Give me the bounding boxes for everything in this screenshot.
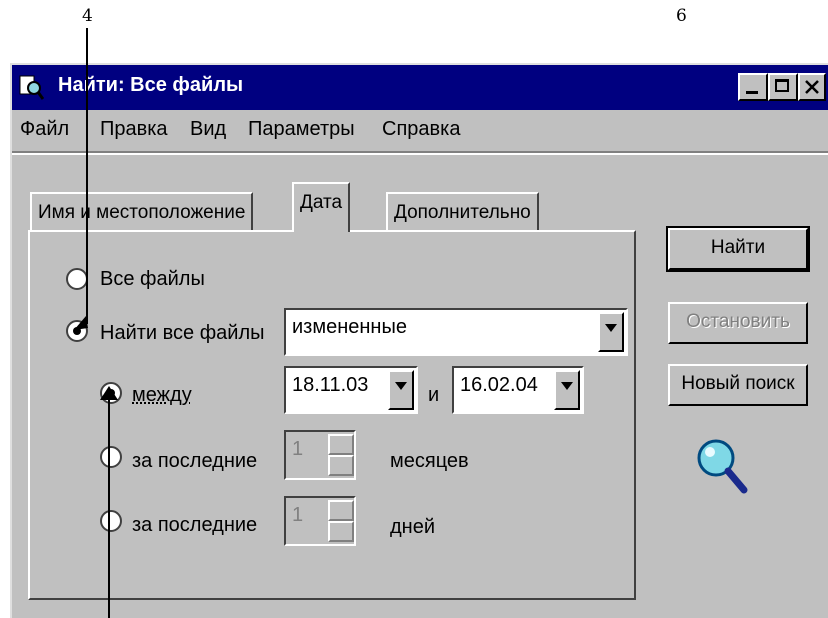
- chevron-down-icon: [605, 324, 617, 332]
- menu-view[interactable]: Вид: [190, 118, 226, 141]
- last-days-label: за последние: [132, 514, 258, 536]
- title-bar[interactable]: Найти: Все файлы: [12, 65, 828, 110]
- callout-leader-line: [108, 392, 110, 618]
- between-label: между: [132, 384, 192, 406]
- spinner-down-button[interactable]: [328, 455, 354, 476]
- last-months-radio[interactable]: [100, 446, 122, 468]
- and-label: и: [428, 384, 440, 406]
- search-icon: [18, 74, 45, 100]
- close-icon: [805, 80, 819, 94]
- all-files-radio[interactable]: [66, 268, 88, 290]
- close-button[interactable]: [798, 73, 826, 101]
- tab-date[interactable]: Дата: [292, 182, 351, 232]
- spinner-up-button[interactable]: [328, 500, 354, 521]
- days-spinner[interactable]: 1: [284, 496, 356, 546]
- callout-label-4: 4: [82, 6, 93, 26]
- dropdown-button[interactable]: [598, 312, 624, 352]
- tab-name-location[interactable]: Имя и местоположение: [30, 192, 254, 232]
- date-to-value: 16.02.04: [460, 374, 538, 396]
- menu-edit[interactable]: Правка: [100, 118, 168, 141]
- callout-label-6: 6: [676, 6, 687, 26]
- callout-leader-line: [86, 28, 88, 324]
- date-from-picker[interactable]: 18.11.03: [284, 366, 418, 414]
- minimize-icon: [746, 91, 758, 94]
- last-months-label: за последние: [132, 450, 258, 472]
- months-value: 1: [292, 438, 304, 460]
- chevron-down-icon: [561, 382, 573, 390]
- date-from-dropdown-button[interactable]: [388, 370, 414, 410]
- chevron-down-icon: [395, 382, 407, 390]
- maximize-icon: [775, 79, 789, 92]
- menu-options[interactable]: Параметры: [248, 118, 355, 141]
- stop-button[interactable]: Остановить: [668, 302, 808, 344]
- tab-advanced[interactable]: Дополнительно: [386, 192, 539, 232]
- date-to-dropdown-button[interactable]: [554, 370, 580, 410]
- minimize-button[interactable]: [738, 73, 768, 101]
- new-search-button[interactable]: Новый поиск: [668, 364, 808, 406]
- find-button[interactable]: Найти: [666, 226, 810, 272]
- find-all-files-label: Найти все файлы: [100, 322, 265, 344]
- menu-help[interactable]: Справка: [382, 118, 460, 141]
- spinner-up-button[interactable]: [328, 434, 354, 455]
- date-from-value: 18.11.03: [292, 374, 369, 396]
- months-unit-label: месяцев: [390, 450, 469, 472]
- arrow-head-icon: [74, 316, 88, 330]
- menu-file[interactable]: Файл: [20, 118, 69, 141]
- magnifier-icon: [697, 439, 748, 494]
- date-to-picker[interactable]: 16.02.04: [452, 366, 584, 414]
- last-days-radio[interactable]: [100, 510, 122, 532]
- spinner-down-button[interactable]: [328, 521, 354, 542]
- all-files-label: Все файлы: [100, 268, 205, 290]
- arrow-head-icon: [100, 386, 118, 400]
- menu-bar: Файл Правка Вид Параметры Справка: [12, 110, 828, 150]
- days-value: 1: [292, 504, 304, 526]
- maximize-button[interactable]: [768, 73, 798, 101]
- menu-divider-highlight: [12, 153, 828, 155]
- months-spinner[interactable]: 1: [284, 430, 356, 480]
- date-type-value: измененные: [292, 316, 407, 338]
- days-unit-label: дней: [390, 516, 436, 538]
- date-type-dropdown[interactable]: измененные: [284, 308, 628, 356]
